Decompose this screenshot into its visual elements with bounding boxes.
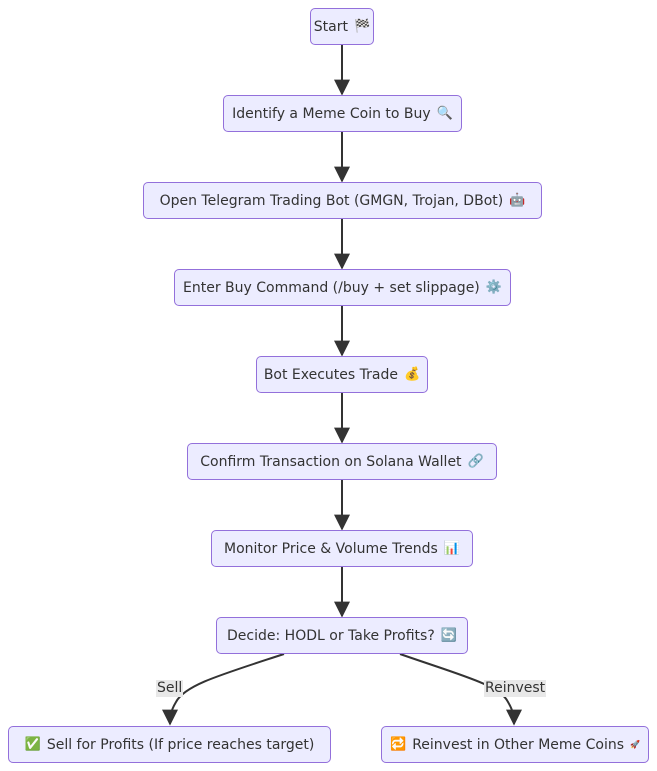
check-mark-icon: ✅	[24, 737, 41, 752]
node-label: Identify a Meme Coin to Buy	[232, 105, 431, 122]
gear-icon: ⚙️	[485, 280, 502, 295]
node-label: Reinvest in Other Meme Coins	[412, 736, 625, 753]
refresh-icon: 🔄	[440, 628, 457, 643]
link-icon: 🔗	[467, 454, 484, 469]
node-sell[interactable]: ✅ Sell for Profits (If price reaches tar…	[8, 726, 331, 763]
node-identify[interactable]: Identify a Meme Coin to Buy 🔍	[223, 95, 462, 132]
node-buy-command[interactable]: Enter Buy Command (/buy + set slippage) …	[174, 269, 511, 306]
node-label: Monitor Price & Volume Trends	[224, 540, 438, 557]
bar-chart-icon: 📊	[443, 541, 460, 556]
node-label: Sell for Profits (If price reaches targe…	[46, 736, 315, 753]
node-label: Confirm Transaction on Solana Wallet	[200, 453, 462, 470]
node-execute[interactable]: Bot Executes Trade 💰	[256, 356, 428, 393]
edge-decide-sell	[162, 653, 285, 726]
node-confirm[interactable]: Confirm Transaction on Solana Wallet 🔗	[187, 443, 497, 480]
node-label: Decide: HODL or Take Profits?	[227, 627, 435, 644]
money-bag-icon: 💰	[403, 367, 421, 382]
node-label: Bot Executes Trade	[263, 366, 398, 383]
node-reinvest[interactable]: 🔁 Reinvest in Other Meme Coins 🚀	[381, 726, 649, 763]
node-label: Enter Buy Command (/buy + set slippage)	[183, 279, 480, 296]
repeat-icon: 🔁	[390, 737, 407, 752]
checkered-flag-icon: 🏁	[354, 19, 371, 34]
robot-icon: 🤖	[509, 193, 526, 208]
edge-label-reinvest: Reinvest	[484, 680, 547, 697]
magnifier-icon: 🔍	[436, 106, 453, 121]
node-label: Open Telegram Trading Bot (GMGN, Trojan,…	[159, 192, 504, 209]
rocket-icon: 🚀	[630, 740, 640, 749]
node-monitor[interactable]: Monitor Price & Volume Trends 📊	[211, 530, 473, 567]
node-decide[interactable]: Decide: HODL or Take Profits? 🔄	[216, 617, 468, 654]
edge-label-sell: Sell	[156, 680, 184, 697]
node-label: Start	[313, 18, 348, 35]
node-open-bot[interactable]: Open Telegram Trading Bot (GMGN, Trojan,…	[143, 182, 542, 219]
node-start[interactable]: Start 🏁	[310, 8, 374, 45]
